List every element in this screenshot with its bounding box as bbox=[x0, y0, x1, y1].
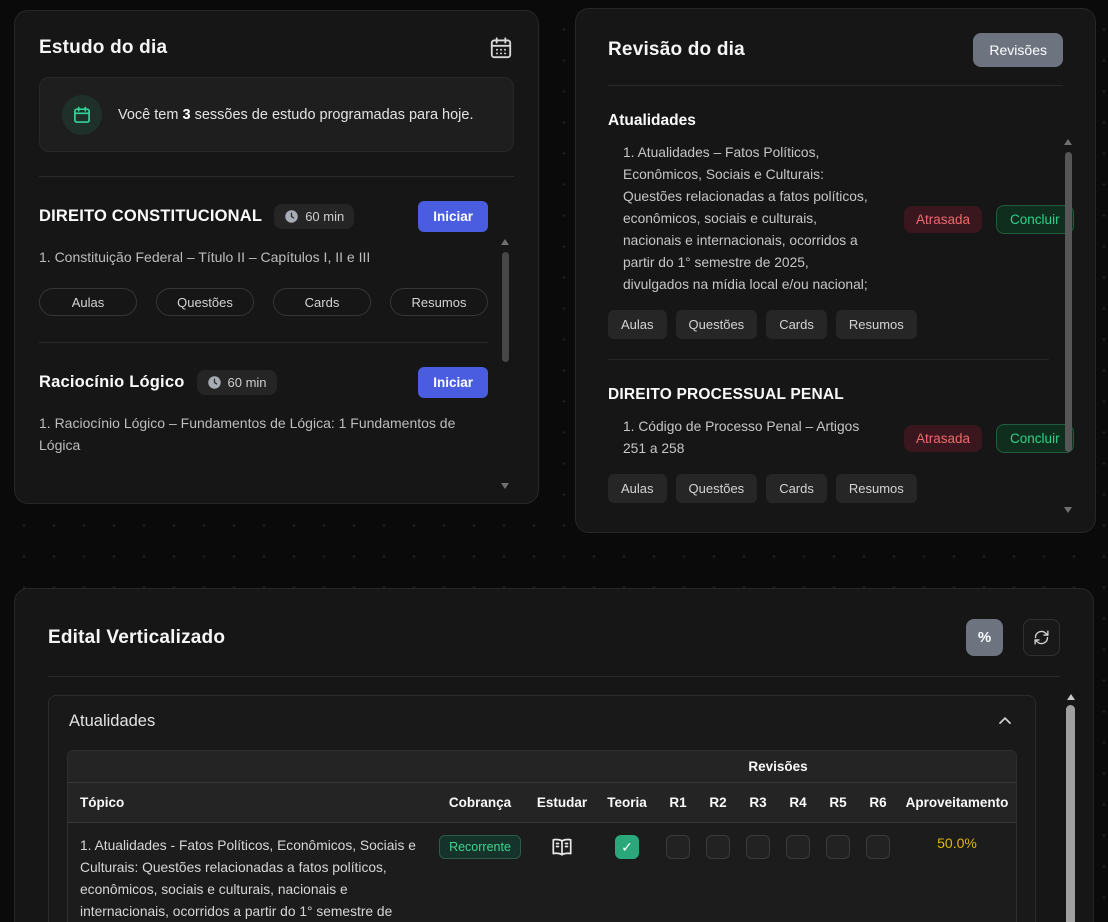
tab-questoes[interactable]: Questões bbox=[676, 474, 758, 503]
scroll-down-arrow bbox=[501, 483, 509, 489]
session-name: DIREITO CONSTITUCIONAL bbox=[39, 207, 262, 226]
tab-resumos[interactable]: Resumos bbox=[836, 474, 917, 503]
duration-badge: 60 min bbox=[197, 370, 277, 395]
scroll-up-arrow bbox=[1064, 139, 1072, 145]
scroll-down-arrow bbox=[1064, 507, 1072, 513]
revisions-list: Atualidades 1. Atualidades – Fatos Polít… bbox=[608, 112, 1063, 503]
concluir-button[interactable]: Concluir bbox=[996, 424, 1074, 453]
col-estudar: Estudar bbox=[528, 795, 596, 810]
tab-cards[interactable]: Cards bbox=[766, 474, 827, 503]
iniciar-button[interactable]: Iniciar bbox=[418, 201, 488, 232]
aproveitamento-value: 50.0% bbox=[937, 835, 977, 851]
status-badge-atrasada: Atrasada bbox=[904, 206, 982, 233]
review-item-text: 1. Código de Processo Penal – Artigos 25… bbox=[608, 416, 876, 460]
col-teoria: Teoria bbox=[596, 795, 658, 810]
accordion-header[interactable]: Atualidades bbox=[49, 696, 1035, 746]
teoria-checkbox[interactable]: ✓ bbox=[615, 835, 639, 859]
refresh-icon bbox=[1033, 629, 1050, 646]
review-item: 1. Atualidades – Fatos Políticos, Econôm… bbox=[608, 142, 1049, 296]
r2-checkbox[interactable] bbox=[706, 835, 730, 859]
scroll-thumb bbox=[1065, 152, 1072, 452]
revisoes-group-label: Revisões bbox=[658, 759, 898, 774]
scroll-up-arrow bbox=[501, 239, 509, 245]
scroll-thumb bbox=[502, 252, 509, 362]
estudo-title: Estudo do dia bbox=[39, 37, 167, 59]
study-session-raciocinio-logico: Raciocínio Lógico 60 min Iniciar 1. Raci… bbox=[39, 343, 488, 456]
scroll-thumb bbox=[1066, 705, 1075, 922]
tab-cards[interactable]: Cards bbox=[766, 310, 827, 339]
session-count: 3 bbox=[182, 107, 190, 123]
col-r5: R5 bbox=[818, 795, 858, 810]
col-r4: R4 bbox=[778, 795, 818, 810]
tab-questoes[interactable]: Questões bbox=[156, 288, 254, 316]
book-open-icon bbox=[550, 835, 574, 859]
divider bbox=[608, 359, 1049, 360]
clock-icon bbox=[207, 375, 222, 390]
scroll-up-arrow bbox=[1067, 694, 1075, 700]
revisao-title: Revisão do dia bbox=[608, 39, 745, 61]
percent-button[interactable]: % bbox=[966, 619, 1003, 656]
col-topico: Tópico bbox=[68, 795, 432, 810]
recorrente-badge: Recorrente bbox=[439, 835, 521, 859]
review-subject-direito-processual-penal: DIREITO PROCESSUAL PENAL bbox=[608, 386, 1049, 404]
tab-resumos[interactable]: Resumos bbox=[836, 310, 917, 339]
accordion-title: Atualidades bbox=[69, 712, 155, 731]
edital-verticalizado-card: Edital Verticalizado % Atualidades bbox=[14, 588, 1094, 922]
r6-checkbox[interactable] bbox=[866, 835, 890, 859]
iniciar-button[interactable]: Iniciar bbox=[418, 367, 488, 398]
session-topic: 1. Raciocínio Lógico – Fundamentos de Ló… bbox=[39, 412, 488, 456]
table-row: 1. Atualidades - Fatos Políticos, Econôm… bbox=[68, 823, 1016, 922]
concluir-button[interactable]: Concluir bbox=[996, 205, 1074, 234]
session-topic: 1. Constituição Federal – Título II – Ca… bbox=[39, 246, 488, 268]
tab-aulas[interactable]: Aulas bbox=[39, 288, 137, 316]
edital-table: Revisões Tópico Cobrança Estudar Teoria … bbox=[67, 750, 1017, 922]
divider bbox=[608, 85, 1063, 86]
tab-resumos[interactable]: Resumos bbox=[390, 288, 488, 316]
review-item-text: 1. Atualidades – Fatos Políticos, Econôm… bbox=[608, 142, 876, 296]
table-column-header: Tópico Cobrança Estudar Teoria R1 R2 R3 … bbox=[68, 783, 1016, 823]
col-r3: R3 bbox=[738, 795, 778, 810]
col-aproveitamento: Aproveitamento bbox=[898, 795, 1016, 810]
study-dashboard: Estudo do dia Você tem 3 sessões de estu… bbox=[0, 0, 1108, 922]
revisoes-button[interactable]: Revisões bbox=[973, 33, 1063, 67]
r3-checkbox[interactable] bbox=[746, 835, 770, 859]
duration-badge: 60 min bbox=[274, 204, 354, 229]
status-badge-atrasada: Atrasada bbox=[904, 425, 982, 452]
r5-checkbox[interactable] bbox=[826, 835, 850, 859]
topic-cell: 1. Atualidades - Fatos Políticos, Econôm… bbox=[68, 823, 432, 922]
table-group-header: Revisões bbox=[68, 751, 1016, 783]
edital-scrollbar[interactable] bbox=[1065, 694, 1076, 922]
calendar-days-icon[interactable] bbox=[488, 35, 514, 61]
sessions-banner: Você tem 3 sessões de estudo programadas… bbox=[39, 77, 514, 152]
review-subject-atualidades: Atualidades bbox=[608, 112, 1049, 130]
banner-text: Você tem 3 sessões de estudo programadas… bbox=[118, 107, 474, 123]
col-cobranca: Cobrança bbox=[432, 795, 528, 810]
clock-icon bbox=[284, 209, 299, 224]
tab-aulas[interactable]: Aulas bbox=[608, 474, 667, 503]
revisao-do-dia-card: Revisão do dia Revisões Atualidades 1. A… bbox=[575, 8, 1096, 533]
tab-aulas[interactable]: Aulas bbox=[608, 310, 667, 339]
col-r1: R1 bbox=[658, 795, 698, 810]
col-r6: R6 bbox=[858, 795, 898, 810]
tab-questoes[interactable]: Questões bbox=[676, 310, 758, 339]
col-r2: R2 bbox=[698, 795, 738, 810]
r4-checkbox[interactable] bbox=[786, 835, 810, 859]
r1-checkbox[interactable] bbox=[666, 835, 690, 859]
refresh-button[interactable] bbox=[1023, 619, 1060, 656]
review-item: 1. Código de Processo Penal – Artigos 25… bbox=[608, 416, 1049, 460]
estudo-do-dia-card: Estudo do dia Você tem 3 sessões de estu… bbox=[14, 10, 539, 504]
revisions-scrollbar[interactable] bbox=[1064, 139, 1072, 513]
divider bbox=[48, 676, 1060, 677]
accordion-atualidades: Atualidades Revisões Tópico Cobrança Est… bbox=[48, 695, 1036, 922]
check-icon: ✓ bbox=[621, 839, 633, 856]
sessions-scrollbar[interactable] bbox=[501, 239, 509, 489]
chevron-up-icon bbox=[995, 711, 1015, 731]
sessions-list: DIREITO CONSTITUCIONAL 60 min Iniciar 1.… bbox=[39, 177, 514, 456]
calendar-icon bbox=[62, 95, 102, 135]
tab-cards[interactable]: Cards bbox=[273, 288, 371, 316]
study-session-direito-constitucional: DIREITO CONSTITUCIONAL 60 min Iniciar 1.… bbox=[39, 177, 488, 316]
session-name: Raciocínio Lógico bbox=[39, 373, 185, 392]
edital-title: Edital Verticalizado bbox=[48, 627, 225, 649]
